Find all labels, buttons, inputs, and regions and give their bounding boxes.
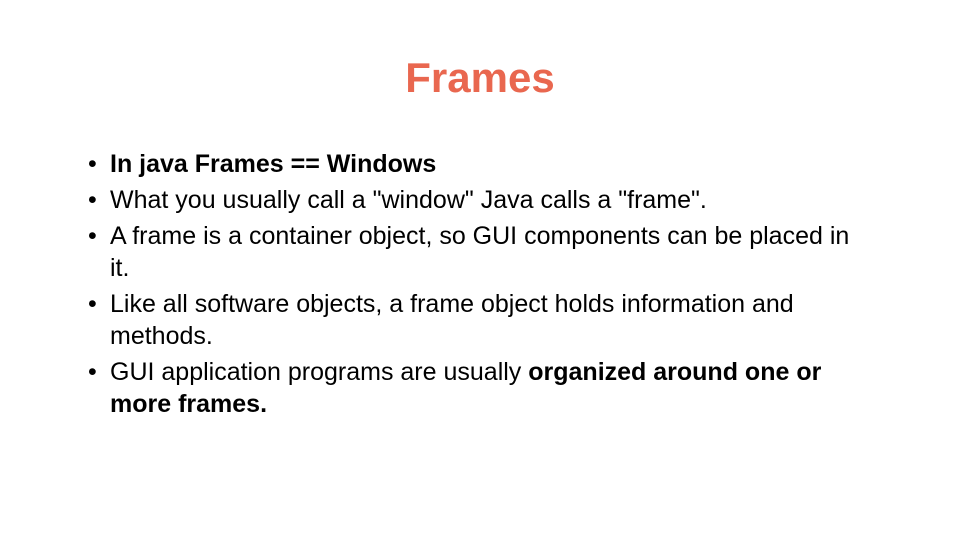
bullet-marker: • — [88, 148, 110, 180]
bullet-text: GUI application programs are usually — [110, 358, 528, 386]
bullet-text: What you usually call a "window" Java ca… — [110, 186, 707, 214]
bullet-item: •In java Frames == Windows — [88, 148, 872, 180]
bullet-marker: • — [88, 356, 110, 388]
bullet-text: Like all software objects, a frame objec… — [110, 290, 794, 350]
bullet-text: In java Frames == Windows — [110, 150, 436, 178]
bullet-marker: • — [88, 288, 110, 320]
bullet-item: •A frame is a container object, so GUI c… — [88, 220, 872, 284]
bullet-item: •Like all software objects, a frame obje… — [88, 288, 872, 352]
bullet-marker: • — [88, 184, 110, 216]
bullet-item: •GUI application programs are usually or… — [88, 356, 872, 420]
slide: Frames •In java Frames == Windows •What … — [0, 0, 960, 540]
bullet-marker: • — [88, 220, 110, 252]
bullet-text: A frame is a container object, so GUI co… — [110, 222, 849, 282]
bullet-item: •What you usually call a "window" Java c… — [88, 184, 872, 216]
slide-body: •In java Frames == Windows •What you usu… — [88, 148, 872, 424]
slide-title: Frames — [0, 54, 960, 102]
